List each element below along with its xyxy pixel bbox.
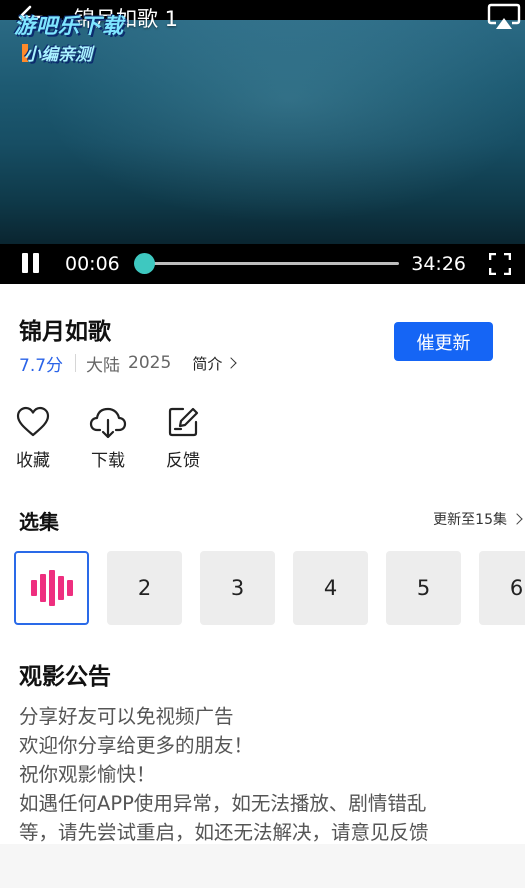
- action-bar: 收藏 下载 反馈: [0, 402, 300, 474]
- favorite-label: 收藏: [16, 451, 50, 471]
- episodes-update-link[interactable]: 更新至15集: [433, 509, 523, 529]
- pause-button[interactable]: [20, 253, 42, 275]
- watermark-logo: 游吧乐下载 小编亲测: [12, 6, 148, 70]
- fullscreen-button[interactable]: [488, 252, 512, 276]
- notice-line: 分享好友可以免视频广告: [19, 705, 234, 728]
- show-meta: 7.7分 大陆 2025 简介: [19, 351, 237, 376]
- heart-icon: [16, 406, 50, 437]
- download-label: 下载: [91, 451, 125, 471]
- current-time: 00:06: [65, 253, 120, 275]
- episode-item[interactable]: 4: [293, 551, 368, 625]
- watermark-line1: 游吧乐下载: [14, 14, 124, 38]
- download-button[interactable]: 下载: [82, 402, 134, 472]
- app-root: 锦月如歌 1 游吧乐下载 小编亲测 00:06 34:26 锦月如歌 7.7分 …: [0, 0, 525, 888]
- watermark-line2: 小编亲测: [24, 45, 92, 65]
- favorite-button[interactable]: 收藏: [7, 402, 59, 472]
- total-time: 34:26: [411, 253, 466, 275]
- notice-body: 分享好友可以免视频广告 欢迎你分享给更多的朋友！ 祝你观影愉快！ 如遇任何APP…: [19, 702, 519, 847]
- progress-thumb[interactable]: [133, 253, 155, 274]
- playing-bars-icon: [30, 570, 73, 606]
- intro-label: 简介: [192, 354, 223, 373]
- pause-icon-bar: [33, 253, 39, 273]
- urge-update-button[interactable]: 催更新: [394, 322, 493, 361]
- episode-current[interactable]: [14, 551, 89, 625]
- episode-list: 2 3 4 5 6: [0, 550, 525, 626]
- notice-title: 观影公告: [19, 664, 111, 690]
- feedback-label: 反馈: [166, 451, 200, 471]
- intro-link[interactable]: 简介: [192, 353, 237, 374]
- detail-content: 锦月如歌 7.7分 大陆 2025 简介 催更新 收藏 下载 反馈 选集 更新至…: [0, 284, 525, 844]
- player-controls: 00:06 34:26: [0, 244, 525, 284]
- episode-item[interactable]: 5: [386, 551, 461, 625]
- year: 2025: [128, 353, 172, 373]
- chevron-right-icon: [225, 357, 237, 369]
- episode-item[interactable]: 2: [107, 551, 182, 625]
- meta-divider: [75, 354, 77, 372]
- feedback-button[interactable]: 反馈: [157, 402, 209, 472]
- fullscreen-icon: [488, 252, 512, 276]
- video-player[interactable]: 锦月如歌 1 游吧乐下载 小编亲测 00:06 34:26: [0, 0, 525, 284]
- notice-line: 欢迎你分享给更多的朋友！: [19, 734, 254, 757]
- update-status: 更新至15集: [433, 512, 507, 528]
- notice-line: 如遇任何APP使用异常，如无法播放、剧情错乱: [19, 792, 427, 815]
- region: 大陆: [86, 355, 121, 376]
- cast-icon: [487, 3, 521, 29]
- episode-item[interactable]: 3: [200, 551, 275, 625]
- notice-line: 等，请先尝试重启，如还无法解决，请意见反馈: [19, 821, 429, 844]
- progress-slider[interactable]: [133, 253, 399, 274]
- chevron-right-icon: [511, 513, 523, 525]
- download-cloud-icon: [89, 407, 127, 439]
- episodes-title: 选集: [19, 510, 59, 534]
- notice-line: 祝你观影愉快！: [19, 763, 156, 786]
- feedback-edit-icon: [168, 407, 199, 437]
- episode-item[interactable]: 6: [479, 551, 525, 625]
- pause-icon: [22, 253, 28, 273]
- show-title: 锦月如歌: [19, 319, 111, 345]
- rating: 7.7分: [19, 355, 64, 376]
- cast-button[interactable]: [487, 3, 521, 31]
